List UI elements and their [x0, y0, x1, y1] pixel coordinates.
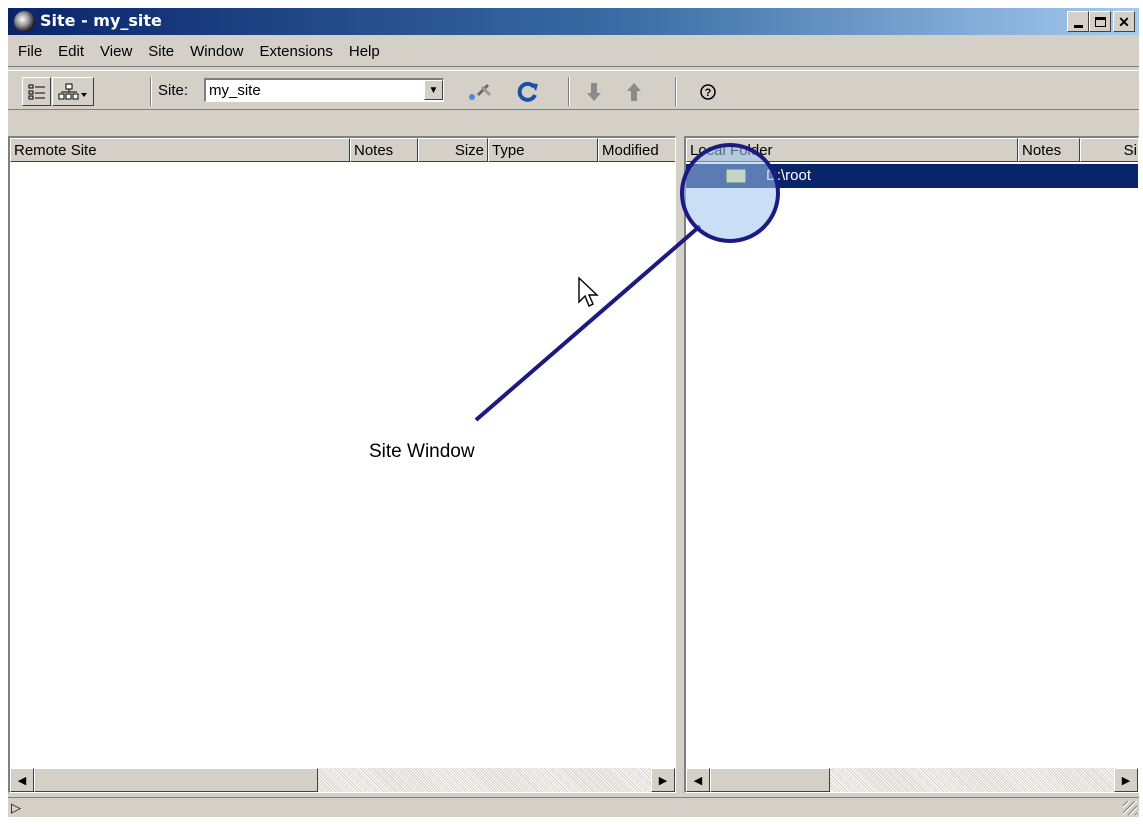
close-button[interactable]: ✕ — [1113, 11, 1135, 32]
toolbar-separator — [150, 77, 152, 106]
menu-site[interactable]: Site — [140, 43, 182, 60]
window-title: Site - my_site — [40, 11, 162, 30]
pane-splitter[interactable] — [676, 136, 684, 793]
get-files-button[interactable] — [582, 80, 606, 104]
menu-bar: File Edit View Site Window Extensions He… — [8, 37, 1139, 67]
expand-arrow-icon[interactable]: ▷ — [11, 800, 21, 816]
menu-edit[interactable]: Edit — [50, 43, 92, 60]
file-view-button[interactable] — [22, 77, 51, 106]
column-header-type[interactable]: Type — [488, 138, 598, 162]
local-folder-pane[interactable]: Local Folder Notes Si D:\root ◀ ▶ — [684, 136, 1139, 793]
remote-site-pane[interactable]: Remote Site Notes Size Type Modified ◀ ▶ — [8, 136, 676, 793]
maximize-icon — [1094, 16, 1106, 27]
toolbar-separator — [568, 77, 570, 106]
folder-icon — [726, 169, 746, 183]
file-view-icon — [28, 84, 45, 99]
callout-label: Site Window — [369, 441, 475, 462]
window-controls: ✕ — [1067, 11, 1135, 32]
svg-text:?: ? — [705, 87, 712, 99]
refresh-icon — [517, 81, 538, 102]
column-header-size[interactable]: Size — [418, 138, 488, 162]
site-map-button[interactable] — [52, 77, 94, 106]
mouse-cursor-icon — [578, 276, 599, 307]
site-map-icon — [58, 83, 87, 99]
site-label: Site: — [158, 82, 189, 99]
scroll-thumb[interactable] — [710, 768, 830, 792]
column-header-remote-site[interactable]: Remote Site — [10, 138, 350, 162]
minimize-button[interactable] — [1067, 11, 1089, 32]
connect-icon — [469, 83, 492, 100]
scroll-thumb[interactable] — [34, 768, 318, 792]
column-header-notes[interactable]: Notes — [1018, 138, 1080, 162]
column-header-local-folder[interactable]: Local Folder — [686, 138, 1018, 162]
menu-view[interactable]: View — [92, 43, 140, 60]
get-arrow-icon — [587, 83, 601, 101]
menu-extensions[interactable]: Extensions — [252, 43, 341, 60]
column-header-notes[interactable]: Notes — [350, 138, 418, 162]
scroll-right-icon[interactable]: ▶ — [1114, 768, 1138, 792]
scroll-right-icon[interactable]: ▶ — [651, 768, 675, 792]
connect-button[interactable] — [468, 80, 492, 104]
status-bar: ▷ — [8, 797, 1139, 817]
local-horizontal-scrollbar[interactable]: ◀ ▶ — [686, 768, 1138, 792]
minimize-icon — [1073, 24, 1083, 28]
folder-row-selected[interactable]: D:\root — [686, 164, 1138, 188]
remote-horizontal-scrollbar[interactable]: ◀ ▶ — [10, 768, 675, 792]
dreamweaver-app-icon[interactable] — [14, 11, 35, 32]
menu-file[interactable]: File — [10, 43, 50, 60]
menu-help[interactable]: Help — [341, 43, 388, 60]
column-header-size[interactable]: Si — [1080, 138, 1138, 162]
column-header-modified[interactable]: Modified — [598, 138, 675, 162]
put-files-button[interactable] — [622, 80, 646, 104]
maximize-button[interactable] — [1089, 11, 1111, 32]
resize-grip-icon[interactable] — [1123, 801, 1137, 815]
scroll-left-icon[interactable]: ◀ — [686, 768, 710, 792]
refresh-button[interactable] — [516, 80, 540, 104]
put-arrow-icon — [627, 83, 641, 101]
folder-row-label: D:\root — [766, 167, 812, 184]
dropdown-arrow-icon[interactable]: ▼ — [424, 80, 443, 100]
toolbar: Site: my_site ▼ ? — [8, 70, 1139, 110]
close-icon: ✕ — [1118, 13, 1130, 30]
menu-window[interactable]: Window — [182, 43, 251, 60]
site-dropdown[interactable]: my_site ▼ — [204, 78, 444, 102]
help-icon: ? — [700, 84, 716, 100]
toolbar-separator — [675, 77, 677, 106]
scroll-left-icon[interactable]: ◀ — [10, 768, 34, 792]
help-button[interactable]: ? — [696, 80, 720, 104]
site-dropdown-value: my_site — [209, 82, 261, 99]
title-bar[interactable]: Site - my_site ✕ — [8, 8, 1139, 35]
